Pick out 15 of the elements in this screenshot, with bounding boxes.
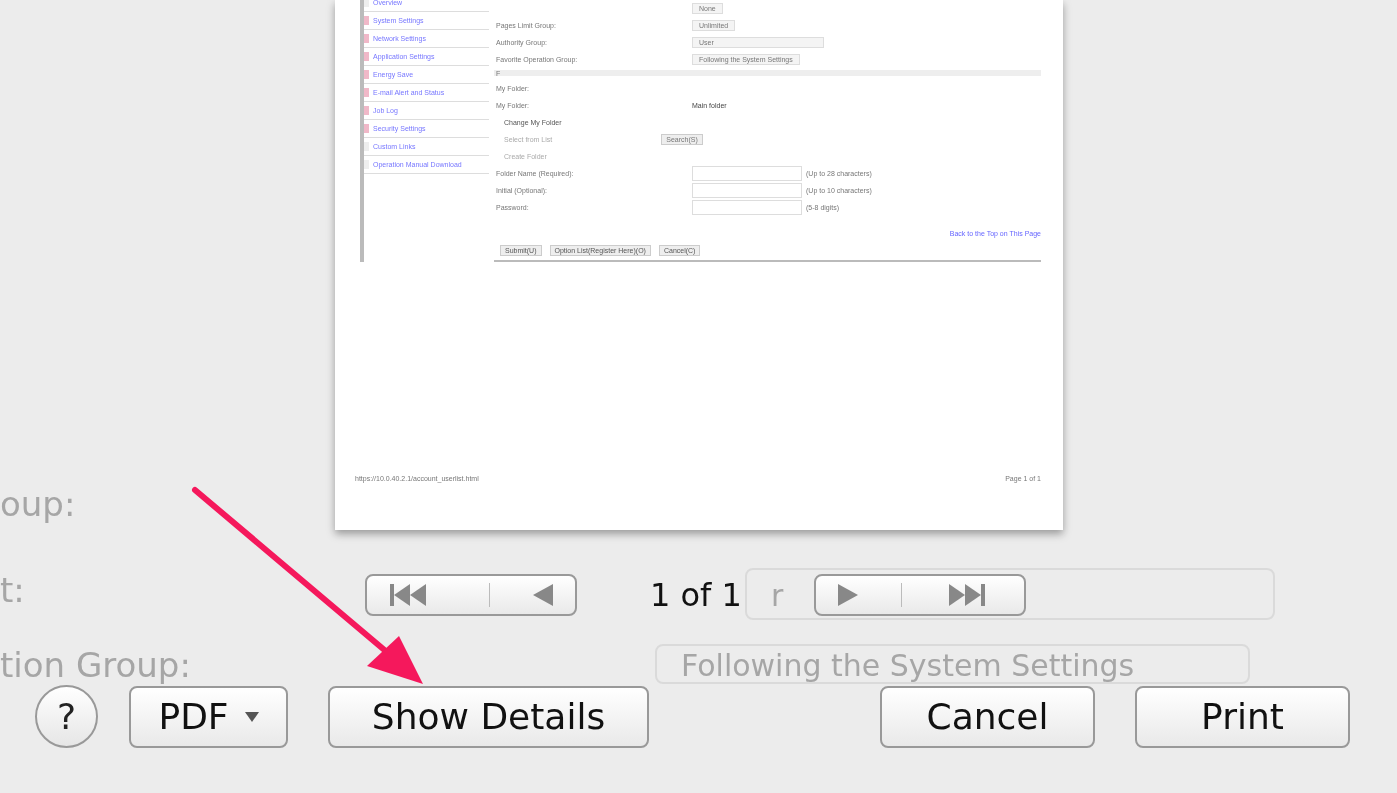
form-label: oup: xyxy=(0,484,76,524)
input-field[interactable] xyxy=(692,166,802,181)
pdf-menu-button[interactable]: PDF xyxy=(129,685,288,748)
show-details-button[interactable]: Show Details xyxy=(328,685,649,748)
input-field[interactable] xyxy=(692,183,802,198)
help-button[interactable]: ? xyxy=(35,685,98,748)
page-counter: 1 of 1 xyxy=(650,576,742,614)
form-label: t: xyxy=(0,570,25,610)
previous-pages-control[interactable] xyxy=(365,574,577,616)
form-label: tion Group: xyxy=(0,645,191,685)
next-pages-control[interactable] xyxy=(813,574,1026,616)
cancel-button[interactable]: Cancel xyxy=(880,685,1095,748)
print-button[interactable]: Print xyxy=(1135,685,1350,748)
caret-icon xyxy=(244,711,259,722)
input-field[interactable] xyxy=(692,200,802,215)
